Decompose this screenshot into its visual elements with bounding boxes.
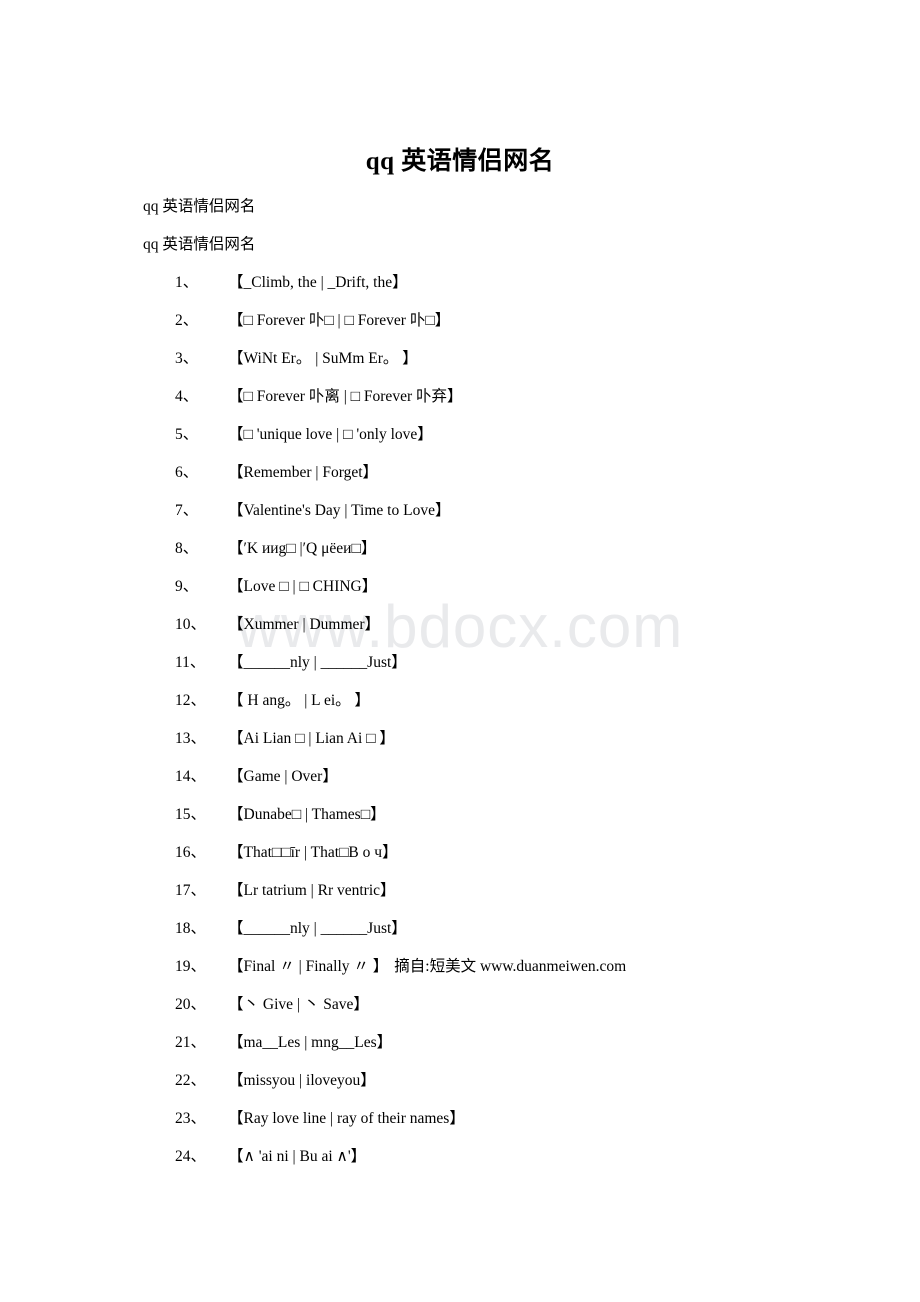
list-item: 17、 【Lr tatrium | Rr ventric】 xyxy=(0,883,920,921)
list-item: 14、 【Game | Over】 xyxy=(0,769,920,807)
list-item: 5、 【□ 'unique love | □ 'only love】 xyxy=(0,427,920,465)
list-item-text: 【∧ 'ai ni | Bu ai ∧'】 xyxy=(228,1148,367,1166)
list-item: 7、 【Valentine's Day | Time to Love】 xyxy=(0,503,920,541)
list-item-text: 【′K иᴎg□ |′Q μёеи□】 xyxy=(228,540,377,558)
list-item: 11、 【______nly | ______Just】 xyxy=(0,655,920,693)
list-item-text: 【That□□īr | That□B о ч】 xyxy=(228,844,398,862)
list-item: 20、 【丶 Give | 丶 Save】 xyxy=(0,997,920,1035)
list-item-text: 【Remember | Forget】 xyxy=(228,464,379,482)
list-item-number: 18、 xyxy=(175,920,207,938)
list-item: 4、 【□ Forever 卟离 | □ Forever 卟弃】 xyxy=(0,389,920,427)
list-item: 19、 【Final 〃 | Finally 〃 】摘自:短美文 www.duan… xyxy=(0,959,920,997)
list-item: 23、 【Ray love line | ray of their names】 xyxy=(0,1111,920,1149)
list-item-number: 7、 xyxy=(175,502,199,520)
list-item-number: 9、 xyxy=(175,578,199,596)
list-item: 9、 【Love □ | □ CHING】 xyxy=(0,579,920,617)
list-item-number: 5、 xyxy=(175,426,199,444)
list-item: 15、 【Dunabe□ | Thames□】 xyxy=(0,807,920,845)
list-item: 8、 【′K иᴎg□ |′Q μёеи□】 xyxy=(0,541,920,579)
document-content: qq 英语情侣网名 qq 英语情侣网名 qq 英语情侣网名 1、 【_Climb,… xyxy=(0,0,920,1187)
list-item-text: 【Final 〃 | Finally 〃 】 xyxy=(228,958,389,976)
list-item-text: 【______nly | ______Just】 xyxy=(228,654,407,672)
list-item: 10、 【Xummer | Dummer】 xyxy=(0,617,920,655)
list-item: 1、 【_Climb, the | _Drift, the】 xyxy=(0,275,920,313)
list-item-text: 【missyou | iloveyou】 xyxy=(228,1072,376,1090)
list-item-number: 23、 xyxy=(175,1110,207,1128)
list-item-number: 21、 xyxy=(175,1034,207,1052)
list-item-text: 【□ Forever 卟□ | □ Forever 卟□】 xyxy=(228,312,451,330)
intro-line-2: qq 英语情侣网名 xyxy=(143,236,256,254)
list-item-number: 19、 xyxy=(175,958,207,976)
list-item: 12、 【 H ang。 | L ei。 】 xyxy=(0,693,920,731)
list-item-number: 11、 xyxy=(175,654,206,672)
list-item-number: 10、 xyxy=(175,616,207,634)
list-item-number: 15、 xyxy=(175,806,207,824)
list-item-number: 12、 xyxy=(175,692,207,710)
list-item-text: 【______nly | ______Just】 xyxy=(228,920,407,938)
list-item-text: 【□ Forever 卟离 | □ Forever 卟弃】 xyxy=(228,388,463,406)
list-item: 13、 【Ai Lian □ | Lian Ai □ 】 xyxy=(0,731,920,769)
list-item: 22、 【missyou | iloveyou】 xyxy=(0,1073,920,1111)
list-item-text: 【丶 Give | 丶 Save】 xyxy=(228,996,369,1014)
list-item-number: 2、 xyxy=(175,312,199,330)
document-page: www.bdocx.com qq 英语情侣网名 qq 英语情侣网名 qq 英语情… xyxy=(0,0,920,1302)
list-item-number: 24、 xyxy=(175,1148,207,1166)
list-item-text: 【WiNt Er。 | SuMm Er。 】 xyxy=(228,350,418,368)
nickname-list: 1、 【_Climb, the | _Drift, the】 2、 【□ Foreve… xyxy=(0,275,920,1187)
list-item: 24、 【∧ 'ai ni | Bu ai ∧'】 xyxy=(0,1149,920,1187)
list-item-text: 【Xummer | Dummer】 xyxy=(228,616,381,634)
list-item-text: 【Lr tatrium | Rr ventric】 xyxy=(228,882,396,900)
list-item: 6、 【Remember | Forget】 xyxy=(0,465,920,503)
list-item: 3、 【WiNt Er。 | SuMm Er。 】 xyxy=(0,351,920,389)
list-item-number: 8、 xyxy=(175,540,199,558)
list-item-number: 17、 xyxy=(175,882,207,900)
list-item-text: 【Dunabe□ | Thames□】 xyxy=(228,806,386,824)
list-item-number: 1、 xyxy=(175,274,199,292)
list-item-text: 【Love □ | □ CHING】 xyxy=(228,578,378,596)
list-item: 21、 【ma__Les | mng__Les】 xyxy=(0,1035,920,1073)
source-note: 摘自:短美文 www.duanmeiwen.com xyxy=(394,958,627,976)
list-item-number: 3、 xyxy=(175,350,199,368)
list-item: 16、 【That□□īr | That□B о ч】 xyxy=(0,845,920,883)
list-item-text: 【_Climb, the | _Drift, the】 xyxy=(228,274,408,292)
intro-line-1: qq 英语情侣网名 xyxy=(143,198,256,216)
list-item-number: 6、 xyxy=(175,464,199,482)
list-item-number: 4、 xyxy=(175,388,199,406)
list-item-number: 16、 xyxy=(175,844,207,862)
list-item-text: 【ma__Les | mng__Les】 xyxy=(228,1034,393,1052)
list-item-number: 14、 xyxy=(175,768,207,786)
page-title: qq 英语情侣网名 xyxy=(365,148,555,175)
list-item-number: 20、 xyxy=(175,996,207,1014)
list-item-number: 22、 xyxy=(175,1072,207,1090)
list-item-text: 【Ray love line | ray of their names】 xyxy=(228,1110,465,1128)
list-item-text: 【 H ang。 | L ei。 】 xyxy=(228,692,371,710)
list-item-text: 【Valentine's Day | Time to Love】 xyxy=(228,502,451,520)
list-item-text: 【Game | Over】 xyxy=(228,768,338,786)
list-item-text: 【Ai Lian □ | Lian Ai □ 】 xyxy=(228,730,395,748)
list-item-text: 【□ 'unique love | □ 'only love】 xyxy=(228,426,433,444)
list-item: 18、 【______nly | ______Just】 xyxy=(0,921,920,959)
list-item-number: 13、 xyxy=(175,730,207,748)
list-item: 2、 【□ Forever 卟□ | □ Forever 卟□】 xyxy=(0,313,920,351)
